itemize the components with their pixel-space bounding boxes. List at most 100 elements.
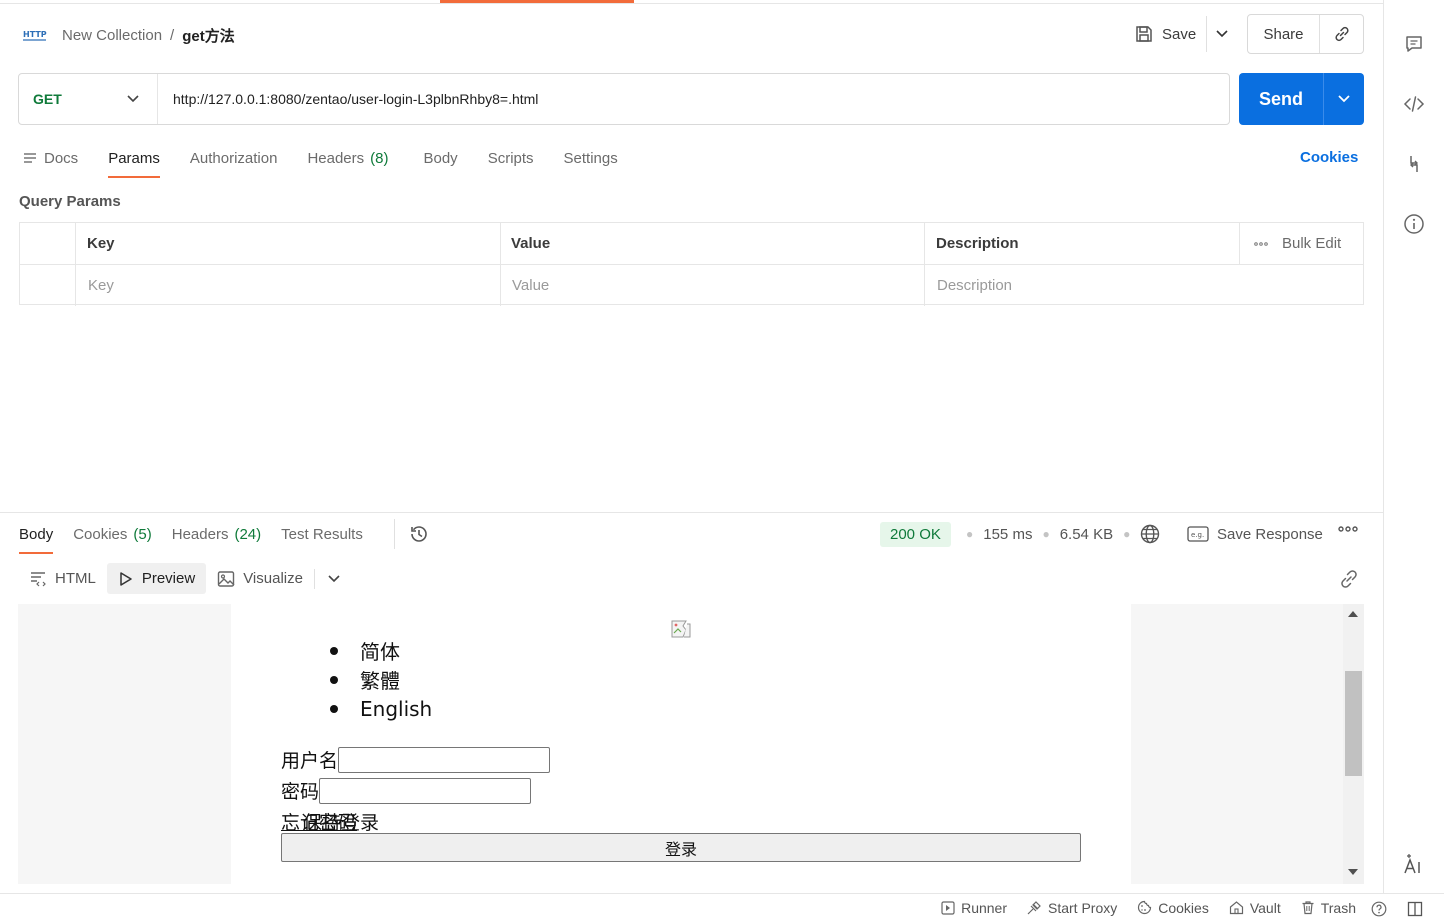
tab-headers[interactable]: Headers (8) [307, 146, 388, 170]
headers-count: (8) [370, 149, 389, 167]
query-params-title: Query Params [19, 193, 121, 210]
language-item[interactable]: English [330, 694, 432, 723]
save-label: Save [1162, 25, 1197, 43]
meta-dot: ● [1123, 527, 1131, 541]
column-description: Description [936, 235, 1019, 252]
table-header-row: Key Value Description Bulk Edit [20, 223, 1363, 264]
link-icon[interactable] [1338, 568, 1360, 590]
footer-cookies-button[interactable]: Cookies [1137, 900, 1209, 916]
password-row: 密码 [281, 777, 532, 804]
response-tab-cookies[interactable]: Cookies (5) [73, 523, 152, 545]
request-name[interactable]: get方法 [182, 25, 235, 46]
breadcrumb: New Collection / get方法 [62, 24, 235, 46]
send-button-group: Send [1239, 73, 1364, 125]
language-item[interactable]: 繁體 [330, 665, 432, 694]
tab-settings[interactable]: Settings [564, 146, 618, 170]
share-button[interactable]: Share [1248, 15, 1320, 53]
tab-docs[interactable]: Docs [22, 146, 78, 170]
response-tabs: Body Cookies (5) Headers (24) Test Resul… [19, 523, 383, 554]
response-tab-headers[interactable]: Headers (24) [172, 523, 261, 545]
tab-scripts[interactable]: Scripts [488, 146, 534, 170]
view-mode-dropdown[interactable] [317, 563, 351, 594]
username-input[interactable] [338, 746, 551, 773]
send-dropdown-button[interactable] [1323, 73, 1364, 125]
response-view-modes: HTML Preview Visualize [18, 563, 351, 594]
link-icon [1334, 26, 1349, 42]
info-icon[interactable] [1403, 213, 1425, 235]
more-options-icon[interactable] [1338, 526, 1358, 532]
tab-headers-label: Headers [307, 149, 365, 167]
vault-button[interactable]: Vault [1229, 900, 1281, 916]
response-size[interactable]: 6.54 KB [1060, 526, 1113, 543]
method-selector[interactable]: GET [19, 74, 158, 124]
save-response-label: Save Response [1217, 525, 1323, 543]
tab-body-label: Body [423, 149, 458, 167]
more-dots-icon [1254, 241, 1268, 246]
view-mode-html[interactable]: HTML [18, 563, 107, 594]
view-mode-preview[interactable]: Preview [106, 563, 207, 594]
help-icon[interactable] [1371, 901, 1387, 917]
column-key: Key [87, 235, 115, 252]
response-tabs-separator [394, 519, 395, 549]
param-value-input[interactable]: Value [512, 265, 549, 305]
broken-image-icon [671, 620, 691, 638]
share-label: Share [1263, 25, 1304, 43]
meta-dot: ● [966, 527, 974, 541]
language-list: 简体 繁體 English [330, 636, 432, 723]
bulk-edit-button[interactable]: Bulk Edit [1254, 223, 1341, 264]
trash-button[interactable]: Trash [1301, 900, 1356, 916]
save-response-button[interactable]: e.g. Save Response [1187, 523, 1323, 545]
ai-icon[interactable] [1403, 853, 1425, 875]
response-divider[interactable] [0, 512, 1384, 513]
save-dropdown-button[interactable] [1206, 16, 1236, 52]
request-url-bar: GET [18, 73, 1230, 125]
response-tab-body[interactable]: Body [19, 523, 54, 554]
two-pane-layout-icon[interactable] [1407, 901, 1423, 917]
tab-docs-label: Docs [44, 149, 79, 167]
share-group: Share [1247, 14, 1364, 54]
runner-button[interactable]: Runner [941, 900, 1007, 916]
save-button[interactable]: Save [1128, 16, 1204, 52]
url-input[interactable] [158, 74, 1229, 124]
send-button[interactable]: Send [1239, 89, 1323, 110]
scrollbar-thumb[interactable] [1345, 671, 1362, 776]
tab-params[interactable]: Params [108, 146, 160, 178]
copy-link-button[interactable] [1320, 15, 1363, 53]
password-input[interactable] [319, 777, 532, 804]
cookies-link[interactable]: Cookies [1300, 149, 1358, 166]
globe-icon[interactable] [1140, 524, 1160, 544]
related-collections-icon[interactable] [1403, 153, 1425, 175]
breadcrumb-collection[interactable]: New Collection [62, 27, 162, 44]
response-time[interactable]: 155 ms [983, 526, 1032, 543]
tab-body[interactable]: Body [423, 146, 457, 170]
code-icon[interactable] [1403, 93, 1425, 115]
svg-text:e.g.: e.g. [1191, 531, 1204, 539]
tab-authorization[interactable]: Authorization [190, 146, 278, 170]
response-tab-headers-label: Headers [171, 525, 229, 543]
username-row: 用户名 [281, 746, 551, 773]
language-item[interactable]: 简体 [330, 636, 432, 665]
footer-cookies-label: Cookies [1158, 899, 1209, 916]
play-icon [120, 571, 132, 586]
forgot-password-link[interactable]: 忘记密码 [281, 808, 357, 835]
start-proxy-button[interactable]: Start Proxy [1027, 900, 1117, 916]
password-label: 密码 [281, 781, 320, 803]
view-mode-visualize[interactable]: Visualize [206, 563, 314, 594]
comments-icon[interactable] [1403, 33, 1425, 55]
scroll-up-arrow[interactable] [1348, 611, 1358, 617]
chevron-down-icon [1215, 30, 1228, 38]
response-tab-test-results[interactable]: Test Results [281, 523, 363, 545]
param-description-input[interactable]: Description [937, 265, 1012, 305]
view-mode-visualize-label: Visualize [243, 570, 303, 587]
status-badge[interactable]: 200 OK [880, 522, 951, 547]
view-mode-separator [313, 568, 315, 589]
scroll-down-arrow[interactable] [1348, 869, 1358, 875]
login-button[interactable]: 登录 [281, 833, 1081, 862]
meta-dot: ● [1042, 527, 1050, 541]
runner-label: Runner [961, 899, 1007, 916]
response-tab-test-results-label: Test Results [281, 525, 363, 543]
history-icon[interactable] [408, 523, 430, 545]
trash-label: Trash [1320, 899, 1356, 916]
param-key-input[interactable]: Key [88, 265, 114, 305]
username-label: 用户名 [281, 750, 339, 772]
